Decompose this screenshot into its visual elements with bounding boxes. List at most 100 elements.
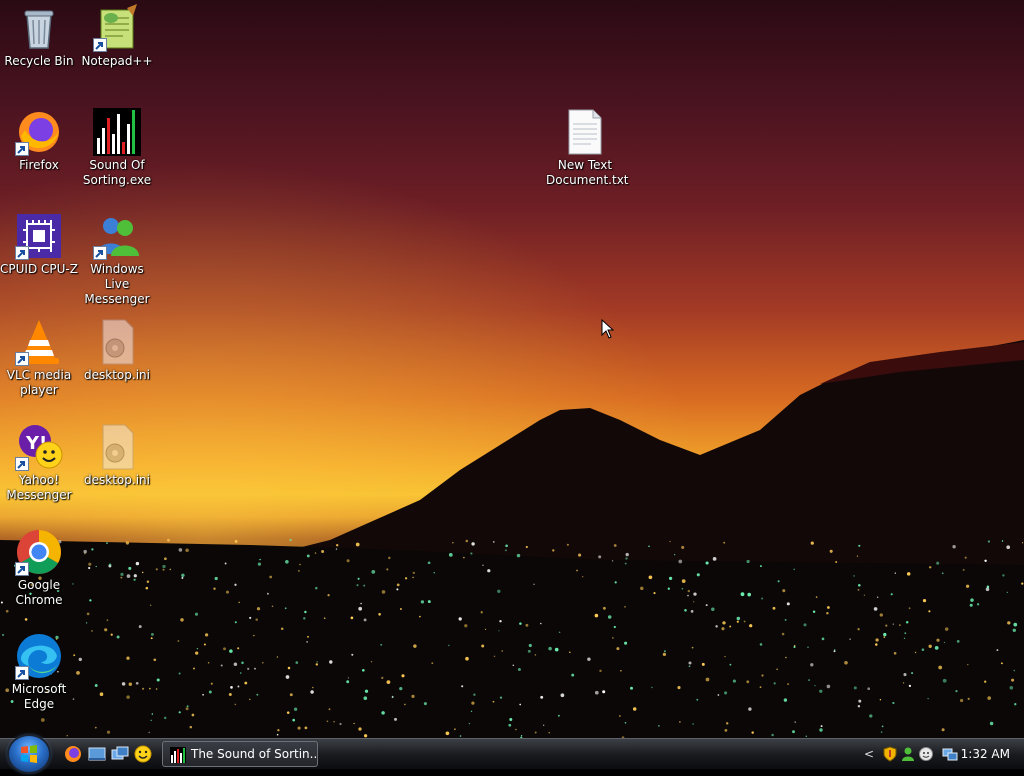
city-light [1009,686,1014,690]
yahoo-tray-icon[interactable] [918,746,934,762]
city-light [624,721,627,724]
city-light [126,656,130,660]
start-button[interactable] [9,736,49,772]
city-light [363,734,368,738]
desktop-icon-vlc[interactable]: VLC media player [0,318,78,398]
desktop-icon-chrome[interactable]: Google Chrome [0,528,78,608]
city-light [333,720,335,723]
city-light [297,726,301,730]
city-light [234,703,237,706]
city-light [465,656,469,661]
taskbar-button-label: The Sound of Sortin... [191,747,318,761]
city-light [473,693,476,696]
city-light [942,678,947,683]
city-light [315,663,319,666]
city-light [640,586,644,591]
city-light [463,556,465,559]
quicklaunch-show-desktop[interactable] [87,744,107,764]
city-light [687,594,689,597]
city-light [458,617,462,621]
desktop-icon-cpu-z[interactable]: CPUID CPU-Z [0,212,78,277]
city-light [257,562,262,566]
city-light [747,592,752,597]
city-light [721,627,725,631]
city-light [701,662,705,666]
city-light [253,634,255,637]
city-light [903,637,906,639]
city-light [970,598,974,602]
desktop-icon-windows-live-messenger[interactable]: Windows Live Messenger [78,212,156,307]
city-light [40,718,45,722]
text-document-icon [561,108,609,156]
messenger-status-icon[interactable] [900,746,916,762]
city-light [346,680,350,684]
desktop-icon-notepad-plus-plus[interactable]: Notepad++ [78,4,156,69]
desktop-icon-sound-of-sorting[interactable]: Sound Of Sorting.exe [78,108,156,188]
city-light [128,682,133,686]
city-light [525,545,528,549]
city-light [499,696,503,699]
city-light [812,610,816,614]
city-light [220,664,223,667]
city-light [412,571,415,575]
city-light [262,661,264,664]
city-light [286,711,290,714]
desktop-icon-new-text-document[interactable]: New Text Document.txt [546,108,629,188]
city-light [454,728,456,731]
city-light [285,559,289,564]
quicklaunch-firefox[interactable] [63,744,83,764]
city-light [688,661,692,665]
city-light [120,572,124,577]
city-light [214,576,218,581]
city-light [329,660,333,664]
city-light [360,602,362,605]
icon-label: Yahoo! Messenger [6,473,72,502]
city-light [527,649,531,653]
taskbar-button-sound-of-sorting[interactable]: The Sound of Sortin... [162,741,318,767]
city-light [835,561,838,563]
city-light [936,638,940,642]
city-light [66,735,68,737]
taskbar-clock[interactable]: 1:32 AM [961,739,1010,769]
city-light [326,720,329,723]
city-light [120,576,123,579]
network-icon[interactable] [942,746,958,762]
city-light [904,632,907,635]
city-light [785,656,787,659]
city-light [669,540,671,543]
city-light [1014,703,1017,706]
city-light [381,590,386,594]
city-light [894,572,896,574]
ini-file-icon [93,318,141,366]
desktop-icon-desktop-ini-2[interactable]: desktop.ini [78,423,156,488]
city-light [346,559,350,563]
city-light [987,696,992,700]
city-light [396,588,399,591]
desktop-icon-desktop-ini-1[interactable]: desktop.ini [78,318,156,383]
desktop[interactable]: Recycle Bin Firefox CPUID CPU-Z VLC medi… [0,0,1024,738]
icon-label: VLC media player [6,368,72,397]
city-light [128,566,132,570]
tray-expand-arrow[interactable]: < [864,739,874,769]
desktop-icon-recycle-bin[interactable]: Recycle Bin [0,4,78,69]
city-light [501,650,503,652]
quicklaunch-switch-windows[interactable] [110,744,130,764]
desktop-icon-firefox[interactable]: Firefox [0,108,78,173]
security-shield-icon[interactable] [882,746,898,762]
city-light [696,698,699,701]
quicklaunch-yahoo-messenger[interactable] [133,744,153,764]
city-light [516,553,521,558]
city-light [186,705,189,708]
city-light [230,686,233,689]
recycle-bin-icon [15,4,63,52]
city-light [150,719,152,722]
desktop-icon-yahoo-messenger[interactable]: Y! Yahoo! Messenger [0,423,78,503]
city-light [715,625,718,628]
city-light [873,607,878,611]
desktop-icon-edge[interactable]: Microsoft Edge [0,632,78,712]
city-light [504,549,507,552]
city-light [1021,542,1024,544]
city-light [141,571,144,574]
city-light [492,541,495,543]
icon-label: desktop.ini [84,473,150,487]
